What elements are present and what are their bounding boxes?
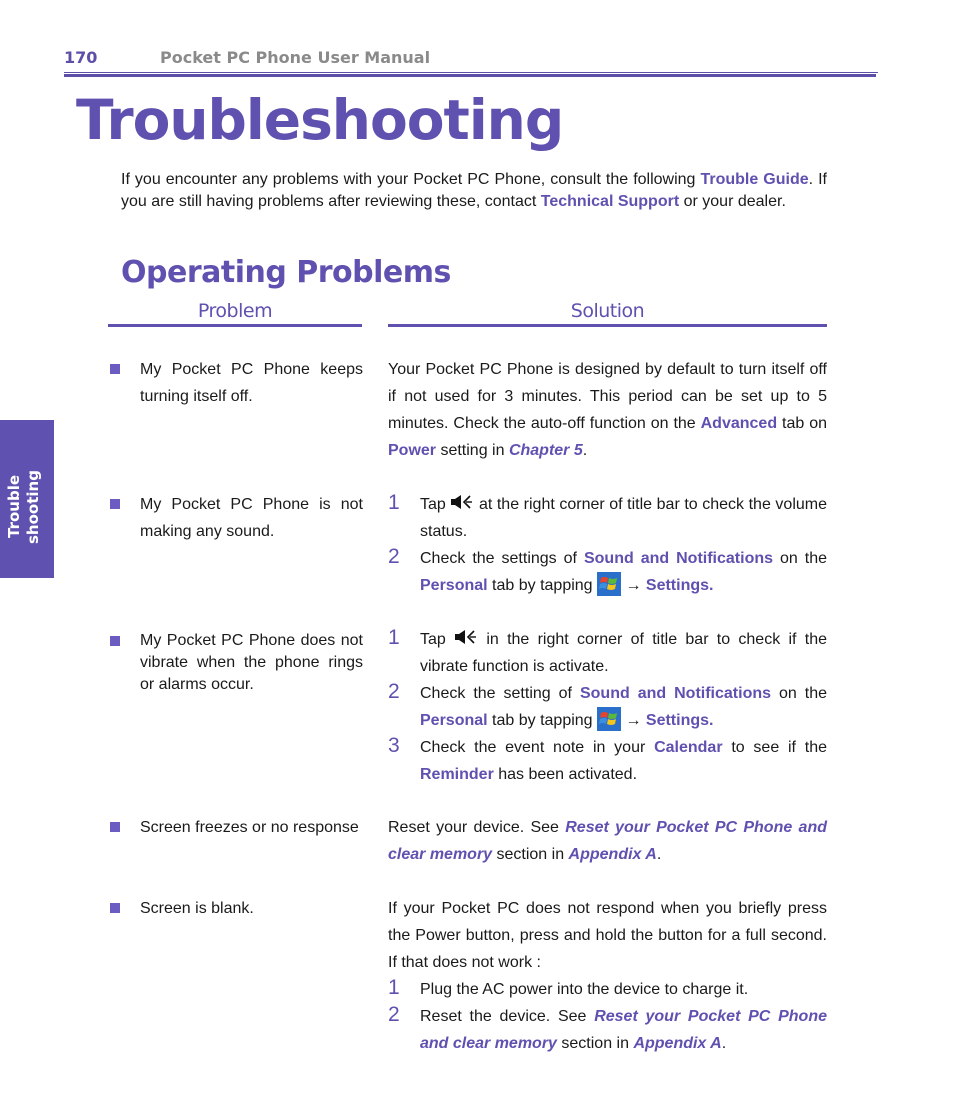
problem-item: Screen freezes or no response bbox=[110, 814, 363, 841]
text: Check the event note in your bbox=[420, 739, 655, 756]
bullet-square-icon bbox=[110, 903, 120, 913]
link-appendix-a[interactable]: Appendix A bbox=[633, 1035, 721, 1052]
solution-step: 2 Check the settings of Sound and Notifi… bbox=[388, 545, 827, 599]
windows-start-icon bbox=[597, 572, 622, 596]
text: Tap bbox=[420, 631, 455, 648]
bullet-square-icon bbox=[110, 636, 120, 646]
text: setting in bbox=[436, 442, 509, 459]
bullet-square-icon bbox=[110, 499, 120, 509]
text: . bbox=[721, 1035, 727, 1052]
step-number: 2 bbox=[388, 680, 400, 703]
text: Reset your device. See bbox=[388, 819, 566, 836]
text: tab by tapping bbox=[487, 577, 598, 594]
link-sound-notifications[interactable]: Sound and Notifications bbox=[584, 550, 773, 567]
problem-text: Screen freezes or no response bbox=[140, 819, 359, 836]
link-settings[interactable]: Settings. bbox=[646, 712, 714, 729]
arrow-text: → bbox=[621, 712, 646, 729]
text: Tap bbox=[420, 496, 451, 513]
text: Plug the AC power into the device to cha… bbox=[420, 981, 749, 998]
text: tab by tapping bbox=[487, 712, 598, 729]
solution-step: 1 Tap at the right corner of title bar t… bbox=[388, 491, 827, 545]
link-personal[interactable]: Personal bbox=[420, 712, 488, 729]
text: at the right corner of title bar to chec… bbox=[420, 496, 827, 540]
link-chapter-5[interactable]: Chapter 5 bbox=[509, 442, 583, 459]
text: section in bbox=[556, 1035, 634, 1052]
header-rule-thick bbox=[64, 74, 876, 77]
problem-item: My Pocket PC Phone is not making any sou… bbox=[110, 491, 363, 545]
link-reminder[interactable]: Reminder bbox=[420, 766, 494, 783]
windows-start-icon bbox=[597, 707, 622, 731]
step-number: 2 bbox=[388, 1003, 400, 1026]
section-title: Operating Problems bbox=[121, 255, 451, 290]
text: Reset the device. See bbox=[420, 1008, 595, 1025]
intro-text: or your dealer. bbox=[679, 193, 786, 210]
problem-text: My Pocket PC Phone does not vibrate when… bbox=[140, 632, 363, 693]
intro-paragraph: If you encounter any problems with your … bbox=[121, 169, 827, 213]
text: tab on bbox=[777, 415, 827, 432]
link-settings[interactable]: Settings. bbox=[646, 577, 714, 594]
link-sound-notifications[interactable]: Sound and Notifications bbox=[580, 685, 771, 702]
solution-step: 2 Reset the device. See Reset your Pocke… bbox=[388, 1003, 827, 1057]
column-header-problem: Problem bbox=[108, 300, 362, 327]
bullet-square-icon bbox=[110, 822, 120, 832]
link-advanced[interactable]: Advanced bbox=[701, 415, 777, 432]
text: . bbox=[656, 846, 662, 863]
step-number: 1 bbox=[388, 626, 400, 649]
text: Check the settings of bbox=[420, 550, 584, 567]
side-tab-label: Trouble bbox=[5, 474, 23, 538]
text: to see if the bbox=[722, 739, 828, 756]
solution-block: 1 Tap at the right corner of title bar t… bbox=[388, 491, 827, 599]
page-number: 170 bbox=[64, 48, 98, 67]
text: on the bbox=[773, 550, 827, 567]
solution-step: 1 Plug the AC power into the device to c… bbox=[388, 976, 827, 1003]
solution-block: 1 Tap in the right corner of title bar t… bbox=[388, 626, 827, 788]
solution-step: 2 Check the setting of Sound and Notific… bbox=[388, 680, 827, 734]
link-technical-support[interactable]: Technical Support bbox=[541, 193, 679, 210]
text: . bbox=[582, 442, 588, 459]
link-personal[interactable]: Personal bbox=[420, 577, 488, 594]
intro-text: If you encounter any problems with your … bbox=[121, 171, 701, 188]
link-trouble-guide[interactable]: Trouble Guide bbox=[700, 171, 808, 188]
solution-step: 1 Tap in the right corner of title bar t… bbox=[388, 626, 827, 680]
side-tab-label: shooting bbox=[24, 470, 42, 544]
step-number: 3 bbox=[388, 734, 400, 757]
solution-block: Your Pocket PC Phone is designed by defa… bbox=[388, 356, 827, 464]
problem-text: My Pocket PC Phone is not making any sou… bbox=[140, 496, 363, 540]
step-number: 2 bbox=[388, 545, 400, 568]
text: Check the setting of bbox=[420, 685, 580, 702]
solution-text: Your Pocket PC Phone is designed by defa… bbox=[388, 356, 827, 464]
speaker-volume-icon bbox=[451, 495, 473, 509]
header-rule-thin bbox=[64, 72, 878, 73]
solution-text: Reset your device. See Reset your Pocket… bbox=[388, 814, 827, 868]
problem-item: Screen is blank. bbox=[110, 895, 363, 922]
link-calendar[interactable]: Calendar bbox=[654, 739, 722, 756]
speaker-volume-icon bbox=[455, 630, 477, 644]
problem-text: Screen is blank. bbox=[140, 900, 254, 917]
link-power[interactable]: Power bbox=[388, 442, 436, 459]
step-number: 1 bbox=[388, 976, 400, 999]
column-header-solution: Solution bbox=[388, 300, 827, 327]
manual-title: Pocket PC Phone User Manual bbox=[160, 48, 431, 67]
page-title: Troubleshooting bbox=[76, 88, 564, 152]
text: on the bbox=[771, 685, 827, 702]
side-chapter-tab[interactable]: Trouble shooting bbox=[0, 420, 54, 578]
bullet-square-icon bbox=[110, 364, 120, 374]
solution-step: 3 Check the event note in your Calendar … bbox=[388, 734, 827, 788]
link-appendix-a[interactable]: Appendix A bbox=[569, 846, 657, 863]
problem-item: My Pocket PC Phone does not vibrate when… bbox=[110, 630, 363, 696]
text: has been activated. bbox=[493, 766, 638, 783]
solution-block: Reset your device. See Reset your Pocket… bbox=[388, 814, 827, 868]
solution-text: If your Pocket PC does not respond when … bbox=[388, 900, 827, 971]
problem-text: My Pocket PC Phone keeps turning itself … bbox=[140, 361, 363, 405]
text: section in bbox=[492, 846, 569, 863]
solution-block: If your Pocket PC does not respond when … bbox=[388, 895, 827, 1057]
step-number: 1 bbox=[388, 491, 400, 514]
arrow-text: → bbox=[621, 577, 646, 594]
problem-item: My Pocket PC Phone keeps turning itself … bbox=[110, 356, 363, 410]
text: in the right corner of title bar to chec… bbox=[420, 631, 827, 675]
